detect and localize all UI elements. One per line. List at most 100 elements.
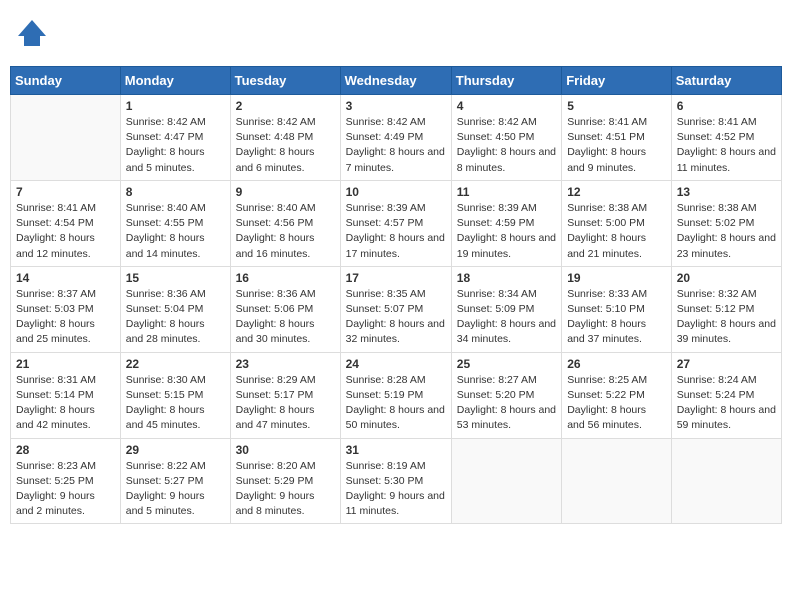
day-info: Sunrise: 8:29 AM Sunset: 5:17 PM Dayligh… <box>236 373 335 434</box>
sunrise-text: Sunrise: 8:42 AM <box>346 116 426 128</box>
day-number: 22 <box>126 357 225 371</box>
sunrise-text: Sunrise: 8:41 AM <box>16 202 96 214</box>
sunrise-text: Sunrise: 8:19 AM <box>346 460 426 472</box>
day-number: 21 <box>16 357 115 371</box>
day-number: 26 <box>567 357 666 371</box>
day-number: 25 <box>457 357 556 371</box>
day-info: Sunrise: 8:33 AM Sunset: 5:10 PM Dayligh… <box>567 287 666 348</box>
calendar-day-cell: 4 Sunrise: 8:42 AM Sunset: 4:50 PM Dayli… <box>451 95 561 181</box>
daylight-text: Daylight: 8 hours and 23 minutes. <box>677 232 776 259</box>
sunset-text: Sunset: 5:10 PM <box>567 303 645 315</box>
day-of-week-header: Tuesday <box>230 67 340 95</box>
day-info: Sunrise: 8:24 AM Sunset: 5:24 PM Dayligh… <box>677 373 776 434</box>
sunset-text: Sunset: 5:00 PM <box>567 217 645 229</box>
day-of-week-header: Saturday <box>671 67 781 95</box>
daylight-text: Daylight: 9 hours and 5 minutes. <box>126 490 205 517</box>
calendar-day-cell: 11 Sunrise: 8:39 AM Sunset: 4:59 PM Dayl… <box>451 180 561 266</box>
day-number: 24 <box>346 357 446 371</box>
daylight-text: Daylight: 9 hours and 2 minutes. <box>16 490 95 517</box>
day-number: 17 <box>346 271 446 285</box>
daylight-text: Daylight: 8 hours and 16 minutes. <box>236 232 315 259</box>
sunrise-text: Sunrise: 8:36 AM <box>236 288 316 300</box>
day-info: Sunrise: 8:34 AM Sunset: 5:09 PM Dayligh… <box>457 287 556 348</box>
day-of-week-header: Friday <box>562 67 672 95</box>
calendar-day-cell: 29 Sunrise: 8:22 AM Sunset: 5:27 PM Dayl… <box>120 438 230 524</box>
daylight-text: Daylight: 8 hours and 7 minutes. <box>346 146 445 173</box>
day-number: 5 <box>567 99 666 113</box>
sunset-text: Sunset: 5:15 PM <box>126 389 204 401</box>
calendar-day-cell: 7 Sunrise: 8:41 AM Sunset: 4:54 PM Dayli… <box>11 180 121 266</box>
day-number: 23 <box>236 357 335 371</box>
daylight-text: Daylight: 8 hours and 6 minutes. <box>236 146 315 173</box>
day-info: Sunrise: 8:38 AM Sunset: 5:00 PM Dayligh… <box>567 201 666 262</box>
sunset-text: Sunset: 4:55 PM <box>126 217 204 229</box>
sunrise-text: Sunrise: 8:41 AM <box>567 116 647 128</box>
day-info: Sunrise: 8:36 AM Sunset: 5:04 PM Dayligh… <box>126 287 225 348</box>
sunset-text: Sunset: 5:17 PM <box>236 389 314 401</box>
day-number: 15 <box>126 271 225 285</box>
day-number: 29 <box>126 443 225 457</box>
daylight-text: Daylight: 8 hours and 9 minutes. <box>567 146 646 173</box>
sunrise-text: Sunrise: 8:35 AM <box>346 288 426 300</box>
sunset-text: Sunset: 5:25 PM <box>16 475 94 487</box>
day-info: Sunrise: 8:35 AM Sunset: 5:07 PM Dayligh… <box>346 287 446 348</box>
day-info: Sunrise: 8:36 AM Sunset: 5:06 PM Dayligh… <box>236 287 335 348</box>
daylight-text: Daylight: 9 hours and 8 minutes. <box>236 490 315 517</box>
day-number: 27 <box>677 357 776 371</box>
sunset-text: Sunset: 5:06 PM <box>236 303 314 315</box>
daylight-text: Daylight: 8 hours and 8 minutes. <box>457 146 556 173</box>
day-info: Sunrise: 8:22 AM Sunset: 5:27 PM Dayligh… <box>126 459 225 520</box>
sunrise-text: Sunrise: 8:42 AM <box>126 116 206 128</box>
sunrise-text: Sunrise: 8:23 AM <box>16 460 96 472</box>
logo <box>14 16 54 52</box>
day-info: Sunrise: 8:28 AM Sunset: 5:19 PM Dayligh… <box>346 373 446 434</box>
sunset-text: Sunset: 5:30 PM <box>346 475 424 487</box>
calendar-day-cell: 27 Sunrise: 8:24 AM Sunset: 5:24 PM Dayl… <box>671 352 781 438</box>
daylight-text: Daylight: 8 hours and 32 minutes. <box>346 318 445 345</box>
day-number: 11 <box>457 185 556 199</box>
day-info: Sunrise: 8:42 AM Sunset: 4:48 PM Dayligh… <box>236 115 335 176</box>
calendar-day-cell: 6 Sunrise: 8:41 AM Sunset: 4:52 PM Dayli… <box>671 95 781 181</box>
sunrise-text: Sunrise: 8:22 AM <box>126 460 206 472</box>
sunrise-text: Sunrise: 8:30 AM <box>126 374 206 386</box>
daylight-text: Daylight: 8 hours and 50 minutes. <box>346 404 445 431</box>
daylight-text: Daylight: 8 hours and 5 minutes. <box>126 146 205 173</box>
day-number: 19 <box>567 271 666 285</box>
calendar-day-cell: 10 Sunrise: 8:39 AM Sunset: 4:57 PM Dayl… <box>340 180 451 266</box>
sunrise-text: Sunrise: 8:25 AM <box>567 374 647 386</box>
header <box>10 10 782 58</box>
day-number: 30 <box>236 443 335 457</box>
sunrise-text: Sunrise: 8:38 AM <box>567 202 647 214</box>
day-number: 14 <box>16 271 115 285</box>
sunset-text: Sunset: 4:54 PM <box>16 217 94 229</box>
day-info: Sunrise: 8:19 AM Sunset: 5:30 PM Dayligh… <box>346 459 446 520</box>
calendar-day-cell: 3 Sunrise: 8:42 AM Sunset: 4:49 PM Dayli… <box>340 95 451 181</box>
daylight-text: Daylight: 8 hours and 56 minutes. <box>567 404 646 431</box>
daylight-text: Daylight: 8 hours and 14 minutes. <box>126 232 205 259</box>
sunset-text: Sunset: 5:02 PM <box>677 217 755 229</box>
day-of-week-header: Sunday <box>11 67 121 95</box>
sunset-text: Sunset: 5:29 PM <box>236 475 314 487</box>
daylight-text: Daylight: 8 hours and 12 minutes. <box>16 232 95 259</box>
day-number: 8 <box>126 185 225 199</box>
calendar-day-cell: 23 Sunrise: 8:29 AM Sunset: 5:17 PM Dayl… <box>230 352 340 438</box>
day-number: 16 <box>236 271 335 285</box>
sunrise-text: Sunrise: 8:37 AM <box>16 288 96 300</box>
calendar-day-cell: 9 Sunrise: 8:40 AM Sunset: 4:56 PM Dayli… <box>230 180 340 266</box>
sunrise-text: Sunrise: 8:33 AM <box>567 288 647 300</box>
calendar-day-cell: 8 Sunrise: 8:40 AM Sunset: 4:55 PM Dayli… <box>120 180 230 266</box>
sunset-text: Sunset: 5:07 PM <box>346 303 424 315</box>
daylight-text: Daylight: 8 hours and 19 minutes. <box>457 232 556 259</box>
sunset-text: Sunset: 4:49 PM <box>346 131 424 143</box>
day-of-week-header: Thursday <box>451 67 561 95</box>
sunset-text: Sunset: 4:57 PM <box>346 217 424 229</box>
calendar-day-cell: 31 Sunrise: 8:19 AM Sunset: 5:30 PM Dayl… <box>340 438 451 524</box>
calendar-week-row: 7 Sunrise: 8:41 AM Sunset: 4:54 PM Dayli… <box>11 180 782 266</box>
sunset-text: Sunset: 5:22 PM <box>567 389 645 401</box>
sunrise-text: Sunrise: 8:28 AM <box>346 374 426 386</box>
daylight-text: Daylight: 8 hours and 53 minutes. <box>457 404 556 431</box>
calendar-day-cell: 17 Sunrise: 8:35 AM Sunset: 5:07 PM Dayl… <box>340 266 451 352</box>
sunset-text: Sunset: 4:50 PM <box>457 131 535 143</box>
sunset-text: Sunset: 4:51 PM <box>567 131 645 143</box>
calendar: SundayMondayTuesdayWednesdayThursdayFrid… <box>10 66 782 524</box>
